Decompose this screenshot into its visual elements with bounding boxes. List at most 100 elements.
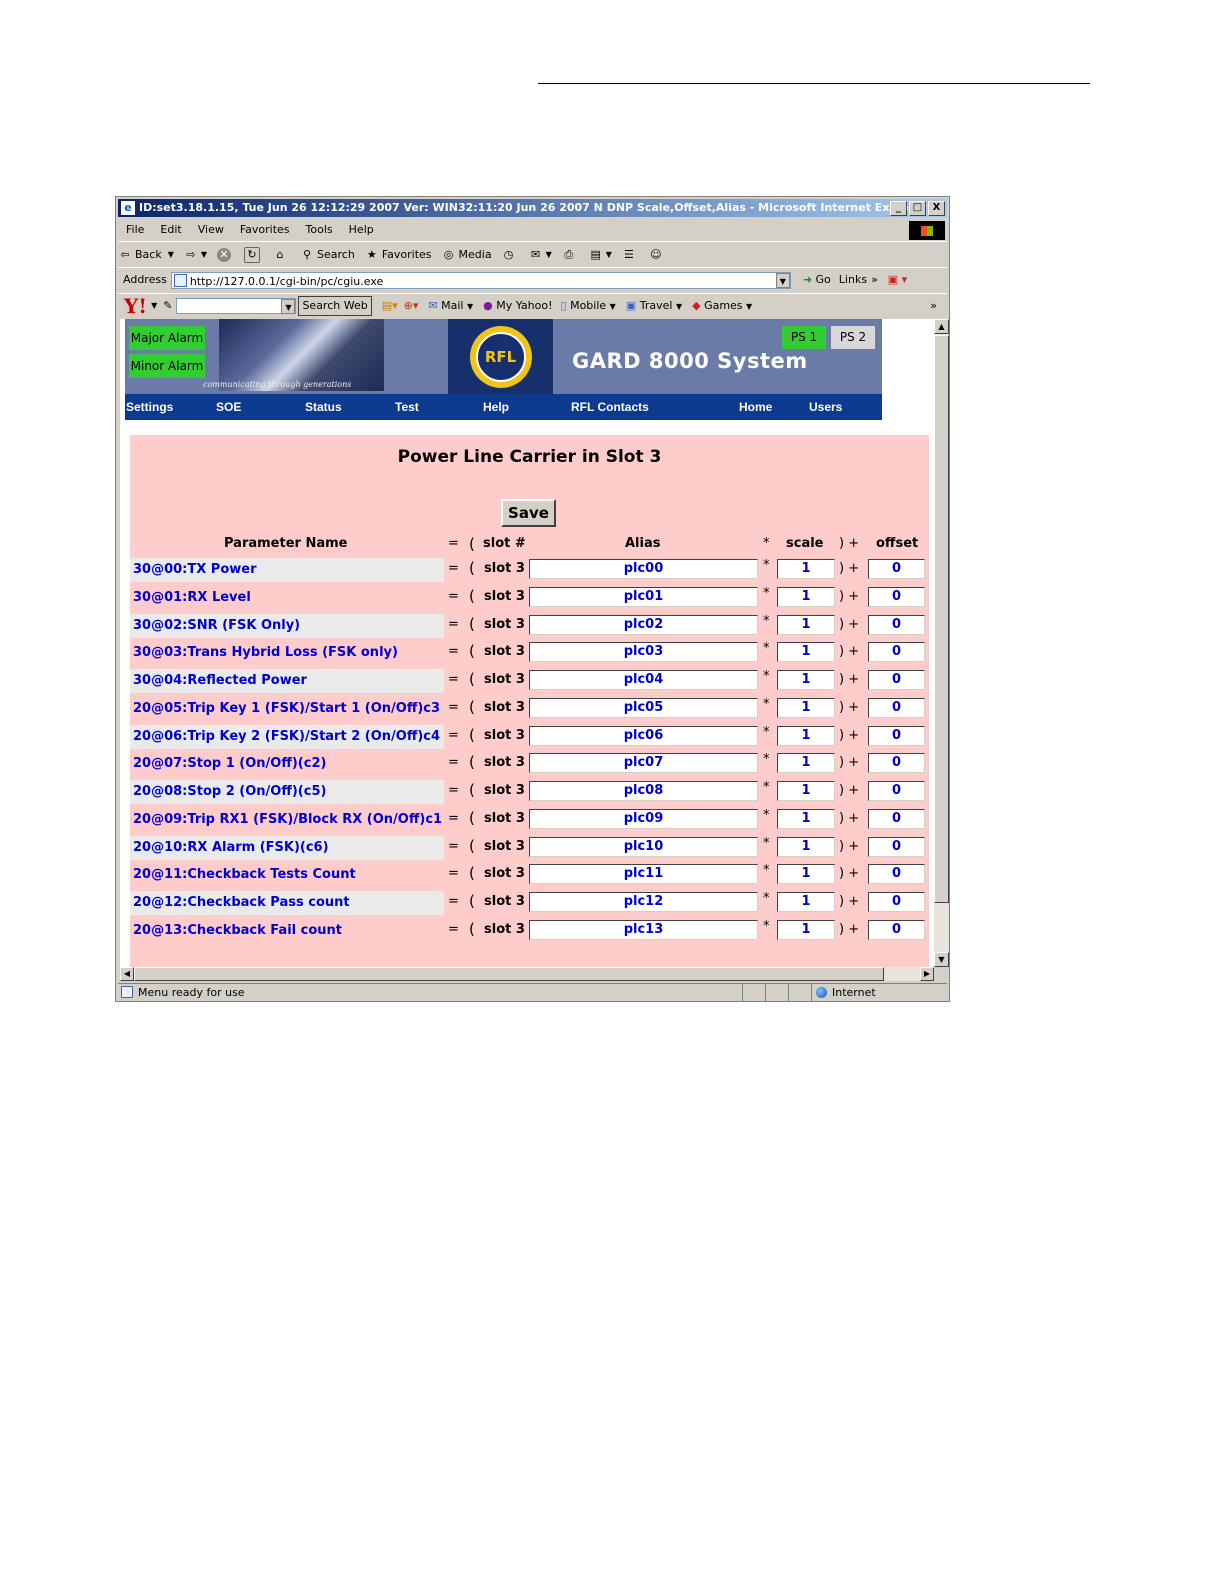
discuss-button[interactable]: ☰ <box>622 248 639 262</box>
scale-input[interactable]: 1 <box>777 670 835 690</box>
scale-input[interactable]: 1 <box>777 697 835 718</box>
offset-input[interactable]: 0 <box>868 670 925 690</box>
offset-input[interactable]: 0 <box>868 642 925 663</box>
vertical-scrollbar[interactable]: ▲ ▼ <box>934 319 949 967</box>
nav-settings[interactable]: Settings <box>126 394 173 420</box>
ps1-indicator[interactable]: PS 1 <box>782 326 826 349</box>
scale-input[interactable]: 1 <box>777 586 835 607</box>
offset-input[interactable]: 0 <box>868 836 925 857</box>
yahoo-search-button[interactable]: Search Web <box>298 296 372 316</box>
scale-input[interactable]: 1 <box>777 864 835 885</box>
yahoo-logo[interactable]: Y! <box>124 294 147 318</box>
address-dropdown[interactable]: ▼ <box>775 272 790 288</box>
alias-input[interactable]: plc01 <box>529 586 758 607</box>
minor-alarm-indicator[interactable]: Minor Alarm <box>129 354 205 378</box>
scale-input[interactable]: 1 <box>777 559 835 579</box>
scale-input[interactable]: 1 <box>777 725 835 746</box>
edit-button[interactable]: ▤ ▼ <box>589 243 612 267</box>
vertical-scroll-thumb[interactable] <box>934 335 949 903</box>
scroll-left-icon[interactable]: ◀ <box>120 967 134 981</box>
menu-edit[interactable]: Edit <box>152 219 189 241</box>
forward-button[interactable]: ⇨ ▼ <box>184 243 207 267</box>
favorites-button[interactable]: ★ Favorites <box>365 243 432 267</box>
nav-soe[interactable]: SOE <box>216 394 241 420</box>
scroll-right-icon[interactable]: ▶ <box>920 967 934 981</box>
scroll-down-icon[interactable]: ▼ <box>934 952 949 967</box>
scale-input[interactable]: 1 <box>777 892 835 912</box>
scale-input[interactable]: 1 <box>777 753 835 774</box>
refresh-button[interactable]: ↻ <box>244 247 263 263</box>
alias-input[interactable]: plc11 <box>529 864 758 885</box>
scale-input[interactable]: 1 <box>777 614 835 635</box>
menu-favorites[interactable]: Favorites <box>232 219 298 241</box>
menu-tools[interactable]: Tools <box>298 219 341 241</box>
alias-input[interactable]: plc02 <box>529 614 758 635</box>
scale-input[interactable]: 1 <box>777 781 835 801</box>
maximize-button[interactable]: □ <box>909 201 926 216</box>
offset-input[interactable]: 0 <box>868 725 925 746</box>
offset-input[interactable]: 0 <box>868 892 925 912</box>
scroll-up-icon[interactable]: ▲ <box>934 319 949 334</box>
toolbar-icon[interactable]: ▣ ▾ <box>888 269 907 291</box>
pencil-icon[interactable]: ✎ <box>163 294 172 318</box>
links-button[interactable]: Links <box>839 269 867 291</box>
yahoo-mail-button[interactable]: ✉ Mail ▼ <box>428 294 473 319</box>
nav-status[interactable]: Status <box>305 394 342 420</box>
games-button[interactable]: ◆ Games ▼ <box>692 294 752 319</box>
alias-input[interactable]: plc08 <box>529 781 758 801</box>
nav-rfl-contacts[interactable]: RFL Contacts <box>571 394 649 420</box>
mobile-button[interactable]: ▯ Mobile ▼ <box>561 294 616 319</box>
alias-input[interactable]: plc13 <box>529 919 758 940</box>
alias-input[interactable]: plc04 <box>529 670 758 690</box>
media-button[interactable]: ◎ Media <box>442 243 492 267</box>
print-button[interactable]: ⎙ <box>562 248 579 262</box>
horizontal-scroll-thumb[interactable] <box>134 967 884 981</box>
offset-input[interactable]: 0 <box>868 781 925 801</box>
home-button[interactable]: ⌂ <box>273 248 290 262</box>
alias-input[interactable]: plc06 <box>529 725 758 746</box>
major-alarm-indicator[interactable]: Major Alarm <box>129 326 205 350</box>
chevron-right-icon[interactable]: » <box>871 269 878 291</box>
alias-input[interactable]: plc00 <box>529 559 758 579</box>
nav-help[interactable]: Help <box>483 394 509 420</box>
back-button[interactable]: ⇦ Back ▼ <box>118 243 173 267</box>
history-button[interactable]: ◷ <box>502 248 519 262</box>
offset-input[interactable]: 0 <box>868 559 925 579</box>
menu-help[interactable]: Help <box>341 219 382 241</box>
alias-input[interactable]: plc07 <box>529 753 758 774</box>
nav-test[interactable]: Test <box>395 394 419 420</box>
alias-input[interactable]: plc10 <box>529 836 758 857</box>
go-button[interactable]: ➜ Go <box>803 269 831 291</box>
ps2-indicator[interactable]: PS 2 <box>831 326 875 349</box>
offset-input[interactable]: 0 <box>868 586 925 607</box>
minimize-button[interactable]: _ <box>890 201 907 216</box>
travel-button[interactable]: ▣ Travel ▼ <box>626 294 682 319</box>
offset-input[interactable]: 0 <box>868 919 925 940</box>
offset-input[interactable]: 0 <box>868 697 925 718</box>
close-button[interactable]: X <box>928 201 945 216</box>
messenger-button[interactable]: ☺ <box>649 248 666 262</box>
scale-input[interactable]: 1 <box>777 836 835 857</box>
stop-button[interactable]: ✕ <box>217 248 234 262</box>
chevron-down-icon[interactable]: ▼ <box>151 294 157 318</box>
mail-button[interactable]: ✉ ▼ <box>529 243 552 267</box>
offset-input[interactable]: 0 <box>868 753 925 774</box>
target-icon[interactable]: ⊕▾ <box>404 294 419 318</box>
scale-input[interactable]: 1 <box>777 808 835 829</box>
alias-input[interactable]: plc12 <box>529 892 758 912</box>
alias-input[interactable]: plc03 <box>529 642 758 663</box>
address-input[interactable]: http://127.0.0.1/cgi-bin/pc/cgiu.exe ▼ <box>170 271 791 289</box>
menu-file[interactable]: File <box>118 219 152 241</box>
nav-home[interactable]: Home <box>739 394 772 420</box>
offset-input[interactable]: 0 <box>868 614 925 635</box>
more-chevron-icon[interactable]: » <box>930 294 937 318</box>
scale-input[interactable]: 1 <box>777 642 835 663</box>
offset-input[interactable]: 0 <box>868 808 925 829</box>
alias-input[interactable]: plc09 <box>529 808 758 829</box>
yahoo-search-input[interactable]: ▼ <box>176 298 297 314</box>
yahoo-search-dropdown[interactable]: ▼ <box>281 299 296 314</box>
alias-input[interactable]: plc05 <box>529 697 758 718</box>
my-yahoo-button[interactable]: ● My Yahoo! <box>483 294 552 318</box>
search-button[interactable]: ⚲ Search <box>300 243 355 267</box>
offset-input[interactable]: 0 <box>868 864 925 885</box>
